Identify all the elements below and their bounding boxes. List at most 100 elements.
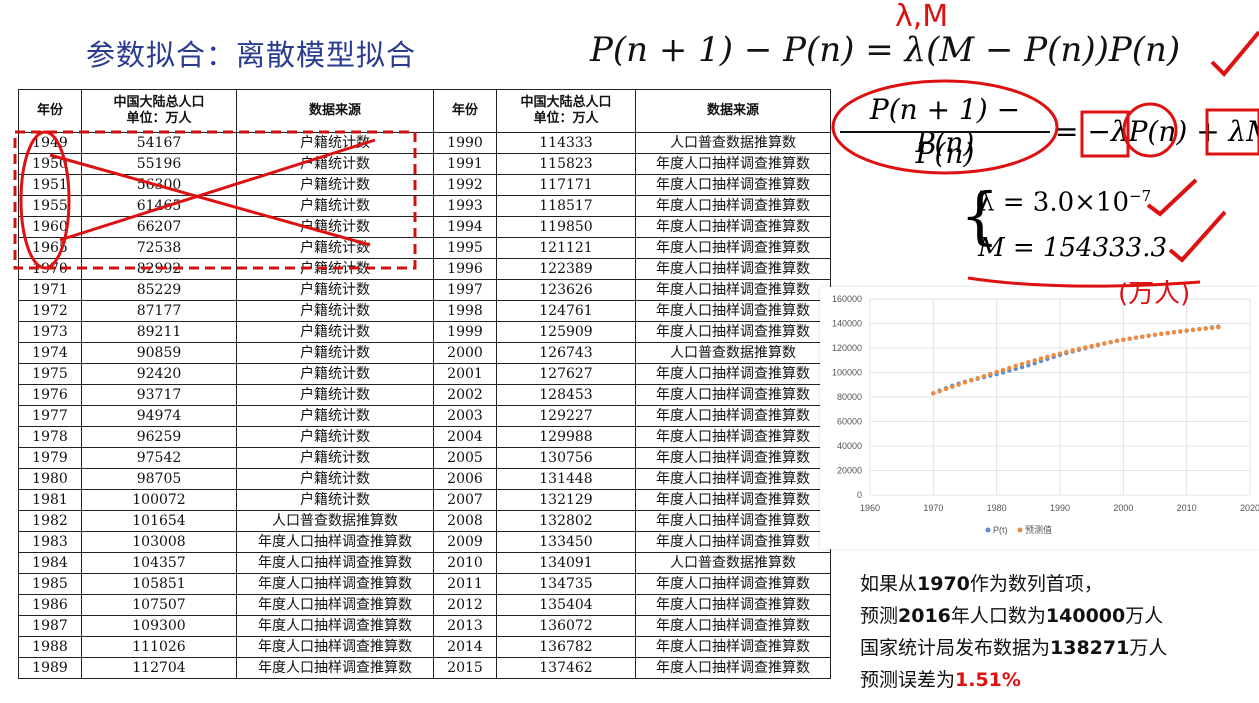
param-lambda-value: λ = 3.0×10 bbox=[978, 187, 1130, 218]
cell-source: 户籍统计数 bbox=[236, 279, 434, 301]
cell-year: 1988 bbox=[18, 636, 82, 658]
cell-source-2: 年度人口抽样调查推算数 bbox=[635, 195, 831, 217]
cell-year: 1960 bbox=[18, 216, 82, 238]
table-row: 1976 93717 户籍统计数 2002 128453 年度人口抽样调查推算数 bbox=[18, 384, 831, 406]
cell-population: 107507 bbox=[81, 594, 237, 616]
predicted-point bbox=[981, 373, 987, 379]
cell-source: 户籍统计数 bbox=[236, 384, 434, 406]
cell-population-2: 136072 bbox=[496, 615, 636, 637]
cell-year-2: 2005 bbox=[433, 447, 497, 469]
cell-source-2: 年度人口抽样调查推算数 bbox=[635, 258, 831, 280]
y-tick-label: 80000 bbox=[837, 392, 862, 402]
cell-year: 1984 bbox=[18, 552, 82, 574]
cell-population: 54167 bbox=[81, 132, 237, 154]
predicted-point bbox=[1026, 359, 1031, 365]
legend-label-predicted: 预测值 bbox=[1025, 524, 1052, 536]
table-row: 1987 109300 年度人口抽样调查推算数 2013 136072 年度人口抽样调查推… bbox=[18, 615, 831, 637]
header-line: 单位：万人 bbox=[533, 111, 599, 126]
cell-source: 户籍统计数 bbox=[236, 426, 434, 448]
cell-population: 104357 bbox=[81, 552, 237, 574]
cell-source: 户籍统计数 bbox=[236, 174, 434, 196]
table-row: 1971 85229 户籍统计数 1997 123626 年度人口抽样调查推算数 bbox=[18, 279, 831, 301]
table-row: 1985 105851 年度人口抽样调查推算数 2011 134735 年度人口抽样调查推… bbox=[18, 573, 831, 595]
header-population-2: 中国大陆总人口 单位：万人 bbox=[496, 89, 636, 133]
cell-year-2: 2001 bbox=[433, 363, 497, 385]
predicted-point bbox=[1159, 331, 1164, 337]
cell-year: 1965 bbox=[18, 237, 82, 259]
y-tick-label: 140000 bbox=[832, 319, 862, 329]
predicted-point bbox=[994, 369, 999, 375]
logistic-difference-formula: P(n + 1) − P(n) = λ(M − P(n))P(n) bbox=[590, 30, 1181, 70]
cell-year: 1973 bbox=[18, 321, 82, 343]
cell-year-2: 2008 bbox=[433, 510, 497, 532]
cell-population-2: 114333 bbox=[496, 132, 636, 154]
cell-year-2: 1995 bbox=[433, 237, 497, 259]
c4-num: 1.51% bbox=[955, 669, 1021, 691]
cell-year: 1978 bbox=[18, 426, 82, 448]
cell-population-2: 134091 bbox=[496, 552, 636, 574]
predicted-point bbox=[1197, 326, 1202, 332]
cell-source-2: 年度人口抽样调查推算数 bbox=[635, 363, 831, 385]
table-row: 1965 72538 户籍统计数 1995 121121 年度人口抽样调查推算数 bbox=[18, 237, 831, 259]
predicted-point bbox=[1178, 329, 1183, 334]
cell-year-2: 2004 bbox=[433, 426, 497, 448]
param-lambda-exponent: −7 bbox=[1129, 187, 1152, 205]
predicted-point bbox=[1127, 336, 1132, 341]
param-lambda: λ = 3.0×10−7 bbox=[978, 187, 1151, 218]
cell-source: 年度人口抽样调查推算数 bbox=[236, 531, 434, 553]
c3-post: 万人 bbox=[1129, 637, 1168, 659]
cell-source: 年度人口抽样调查推算数 bbox=[236, 552, 434, 574]
header-line: 中国大陆总人口 bbox=[113, 95, 205, 110]
cell-source: 人口普查数据推算数 bbox=[236, 510, 434, 532]
x-tick-label: 2020 bbox=[1240, 503, 1259, 513]
predicted-point bbox=[1108, 339, 1113, 345]
cell-source-2: 年度人口抽样调查推算数 bbox=[635, 384, 831, 406]
table-row: 1979 97542 户籍统计数 2005 130756 年度人口抽样调查推算数 bbox=[18, 447, 831, 469]
cell-source: 户籍统计数 bbox=[236, 363, 434, 385]
cell-year: 1987 bbox=[18, 615, 82, 637]
cell-source: 户籍统计数 bbox=[236, 489, 434, 511]
cell-population-2: 124761 bbox=[496, 300, 636, 322]
cell-year: 1977 bbox=[18, 405, 82, 427]
c3-pre: 国家统计局发布数据为 bbox=[860, 637, 1051, 659]
c3-num: 138271 bbox=[1050, 637, 1130, 659]
legend-marker-actual bbox=[985, 527, 991, 533]
fit-chart-svg: 0 20000 40000 60000 80000 100000 120000 140000 1… bbox=[832, 294, 1259, 536]
table-row: 1973 89211 户籍统计数 1999 125909 年度人口抽样调查推算数 bbox=[18, 321, 831, 343]
cell-source: 户籍统计数 bbox=[236, 321, 434, 343]
predicted-point bbox=[1165, 330, 1170, 336]
table-row: 1980 98705 户籍统计数 2006 131448 年度人口抽样调查推算数 bbox=[18, 468, 831, 490]
cell-source-2: 年度人口抽样调查推算数 bbox=[635, 153, 831, 175]
table-row: 1975 92420 户籍统计数 2001 127627 年度人口抽样调查推算数 bbox=[18, 363, 831, 385]
x-tick-label: 1960 bbox=[860, 503, 880, 513]
predicted-point bbox=[1032, 358, 1037, 363]
cell-year: 1986 bbox=[18, 594, 82, 616]
c1-num: 1970 bbox=[917, 573, 970, 595]
cell-source-2: 年度人口抽样调查推算数 bbox=[635, 300, 831, 322]
predicted-point bbox=[1057, 351, 1063, 356]
predicted-point bbox=[1121, 337, 1126, 342]
y-tick-label: 20000 bbox=[837, 466, 862, 476]
table-row: 1981 100072 户籍统计数 2007 132129 年度人口抽样调查推算数 bbox=[18, 489, 831, 511]
cell-population-2: 119850 bbox=[496, 216, 636, 238]
cell-year: 1989 bbox=[18, 657, 82, 679]
cell-year: 1950 bbox=[18, 153, 82, 175]
cell-year: 1975 bbox=[18, 363, 82, 385]
cell-source: 户籍统计数 bbox=[236, 132, 434, 154]
cell-year: 1951 bbox=[18, 174, 82, 196]
y-tick-label: 40000 bbox=[837, 441, 862, 451]
y-tick-label: 100000 bbox=[832, 368, 862, 378]
cell-population: 66207 bbox=[81, 216, 237, 238]
cell-year-2: 2012 bbox=[433, 594, 497, 616]
predicted-point bbox=[1019, 361, 1025, 367]
checkmark-3 bbox=[1168, 210, 1227, 263]
cell-population: 55196 bbox=[81, 153, 237, 175]
page-title: 参数拟合：离散模型拟合 bbox=[86, 38, 417, 72]
cell-source-2: 年度人口抽样调查推算数 bbox=[635, 489, 831, 511]
cell-source-2: 年度人口抽样调查推算数 bbox=[635, 510, 831, 532]
table-row: 1983 103008 年度人口抽样调查推算数 2009 133450 年度人口抽样调查推… bbox=[18, 531, 831, 553]
cell-population-2: 127627 bbox=[496, 363, 636, 385]
predicted-point bbox=[1102, 341, 1107, 346]
cell-year: 1976 bbox=[18, 384, 82, 406]
predicted-point bbox=[1007, 365, 1012, 371]
